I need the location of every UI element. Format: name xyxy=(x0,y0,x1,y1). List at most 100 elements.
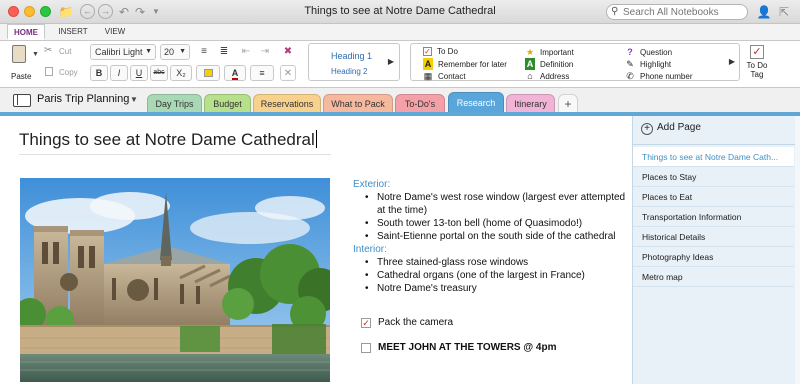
add-page-label: Add Page xyxy=(657,122,701,133)
chevron-down-icon: ▼ xyxy=(179,48,186,55)
font-size-value: 20 xyxy=(164,47,175,57)
exterior-heading[interactable]: Exterior: xyxy=(353,178,628,191)
collapse-ribbon-icon[interactable]: ⇱ xyxy=(776,4,792,20)
numbered-list-icon[interactable]: ≣ xyxy=(216,44,232,60)
font-name-select[interactable]: Calibri Light ▼ xyxy=(90,44,156,60)
title-underline xyxy=(19,154,331,155)
chevron-right-icon[interactable]: ▶ xyxy=(729,57,735,66)
paste-dropdown-icon: ▼ xyxy=(32,51,39,58)
clipboard-icon xyxy=(12,45,26,63)
notebook-icon[interactable] xyxy=(13,94,31,107)
tag-phone[interactable]: ✆ Phone number xyxy=(625,70,692,82)
paste-button[interactable]: ▼ Paste xyxy=(6,43,40,83)
section-tab-to-dos[interactable]: To-Do's xyxy=(395,94,445,113)
todo-label[interactable]: MEET JOHN AT THE TOWERS @ 4pm xyxy=(378,342,556,353)
heading1-style[interactable]: Heading 1 xyxy=(331,51,372,61)
list-item[interactable]: Notre Dame's treasury xyxy=(363,282,628,295)
page-item[interactable]: Photography Ideas xyxy=(633,247,794,267)
page-canvas[interactable]: Things to see at Notre Dame Cathedral Ex… xyxy=(0,116,632,384)
pen-icon: ✎ xyxy=(626,59,634,69)
tab-home[interactable]: HOME xyxy=(7,24,45,40)
tag-todo[interactable]: ✓ To Do xyxy=(423,46,458,58)
home-icon: ⌂ xyxy=(527,71,533,81)
tab-view[interactable]: VIEW xyxy=(98,24,132,40)
tag-important[interactable]: ★ Important xyxy=(525,46,574,58)
search-box[interactable]: ⚲ xyxy=(606,4,748,20)
subscript-button[interactable]: X₂ xyxy=(170,65,192,81)
bold-button[interactable]: B xyxy=(90,65,108,81)
interior-list: Three stained-glass rose windows Cathedr… xyxy=(363,256,628,295)
italic-button[interactable]: I xyxy=(110,65,128,81)
heading2-style[interactable]: Heading 2 xyxy=(331,67,367,76)
interior-heading[interactable]: Interior: xyxy=(353,243,628,256)
text-cursor xyxy=(315,130,317,148)
tab-insert[interactable]: INSERT xyxy=(54,24,92,40)
underline-button[interactable]: U xyxy=(130,65,148,81)
font-color-button[interactable]: A xyxy=(224,65,246,81)
tag-question[interactable]: ? Question xyxy=(625,46,672,58)
tag-definition[interactable]: A Definition xyxy=(525,58,573,70)
list-item[interactable]: Three stained-glass rose windows xyxy=(363,256,628,269)
todo-checkbox-checked[interactable]: ✓ xyxy=(361,318,371,328)
notes-outline[interactable]: Exterior: Notre Dame's west rose window … xyxy=(353,178,628,295)
add-circle-icon: + xyxy=(641,123,653,135)
tag-highlight[interactable]: ✎ Highlight xyxy=(625,58,671,70)
bullet-list-icon[interactable]: ≡ xyxy=(196,44,212,60)
increase-indent-icon[interactable]: ⇥ xyxy=(257,44,273,60)
scissors-icon: ✂ xyxy=(44,45,53,56)
section-tab-day-trips[interactable]: Day Trips xyxy=(147,94,202,113)
highlight-color-button[interactable] xyxy=(196,65,220,81)
highlighter-icon xyxy=(203,69,213,77)
todo-checkbox[interactable] xyxy=(361,343,371,353)
strikethrough-button[interactable]: abc xyxy=(150,65,168,81)
notebook-name[interactable]: Paris Trip Planning xyxy=(37,93,129,105)
section-tab-itinerary[interactable]: Itinerary xyxy=(506,94,555,113)
search-input[interactable] xyxy=(623,6,743,18)
delete-icon[interactable]: ✕ xyxy=(280,65,296,81)
cut-button[interactable]: ✂ Cut xyxy=(44,45,80,58)
font-size-select[interactable]: 20 ▼ xyxy=(160,44,190,60)
tag-contact[interactable]: ▦ Contact xyxy=(423,70,466,82)
copy-button[interactable]: Copy xyxy=(44,67,80,79)
align-button[interactable]: ≡ xyxy=(250,65,274,81)
section-tab-research[interactable]: Research xyxy=(448,92,504,113)
decrease-indent-icon[interactable]: ⇤ xyxy=(238,44,254,60)
tag-remember[interactable]: A Remember for later xyxy=(423,58,507,70)
share-user-icon[interactable]: 👤 xyxy=(756,4,772,20)
page-item[interactable]: Metro map xyxy=(633,267,794,287)
notre-dame-photo[interactable] xyxy=(20,178,330,382)
tags-gallery[interactable]: ✓ To Do A Remember for later ▦ Contact ★ Imp… xyxy=(410,43,740,81)
list-item[interactable]: Saint-Etienne portal on the south side o… xyxy=(363,230,628,243)
page-item[interactable]: Places to Eat xyxy=(633,187,794,207)
scrollbar[interactable] xyxy=(795,116,800,384)
notebook-bar: Paris Trip Planning ▼ Day Trips Budget R… xyxy=(0,88,800,113)
styles-gallery[interactable]: Heading 1 Heading 2 ▶ xyxy=(308,43,400,81)
list-item[interactable]: South tower 13-ton bell (home of Quasimo… xyxy=(363,217,628,230)
page-item[interactable]: Historical Details xyxy=(633,227,794,247)
add-page-button[interactable]: + Add Page xyxy=(641,122,701,138)
todo-label[interactable]: Pack the camera xyxy=(378,317,453,328)
tag-address[interactable]: ⌂ Address xyxy=(525,70,569,82)
ribbon: ▼ Paste ✂ Cut Copy Calibri Light ▼ 20 ▼ … xyxy=(0,40,800,88)
clear-formatting-icon[interactable]: ✖ xyxy=(280,44,296,60)
section-tab-reservations[interactable]: Reservations xyxy=(253,94,321,113)
page-title[interactable]: Things to see at Notre Dame Cathedral xyxy=(19,130,317,150)
chevron-down-icon[interactable]: ▼ xyxy=(130,95,138,104)
section-tab-budget[interactable]: Budget xyxy=(204,94,251,113)
add-section-button[interactable]: + xyxy=(558,94,578,113)
list-item[interactable]: Notre Dame's west rose window (largest e… xyxy=(363,191,628,217)
title-bar: 📁 ← → ↶ ↷ ▼ Things to see at Notre Dame … xyxy=(0,0,800,24)
list-item[interactable]: Cathedral organs (one of the largest in … xyxy=(363,269,628,282)
chevron-right-icon[interactable]: ▶ xyxy=(388,57,394,66)
highlight-a-icon: A xyxy=(423,58,433,70)
todo-tag-button[interactable]: ✓ To Do Tag xyxy=(742,45,772,85)
question-icon: ? xyxy=(627,47,633,57)
page-title-text[interactable]: Things to see at Notre Dame Cathedral xyxy=(19,130,315,149)
page-item-active[interactable]: Things to see at Notre Dame Cath... xyxy=(633,147,794,167)
font-name-value: Calibri Light xyxy=(95,47,143,57)
page-item[interactable]: Places to Stay xyxy=(633,167,794,187)
chevron-down-icon: ▼ xyxy=(145,48,152,55)
section-tab-what-to-pack[interactable]: What to Pack xyxy=(323,94,393,113)
page-item[interactable]: Transportation Information xyxy=(633,207,794,227)
definition-a-icon: A xyxy=(525,58,535,70)
